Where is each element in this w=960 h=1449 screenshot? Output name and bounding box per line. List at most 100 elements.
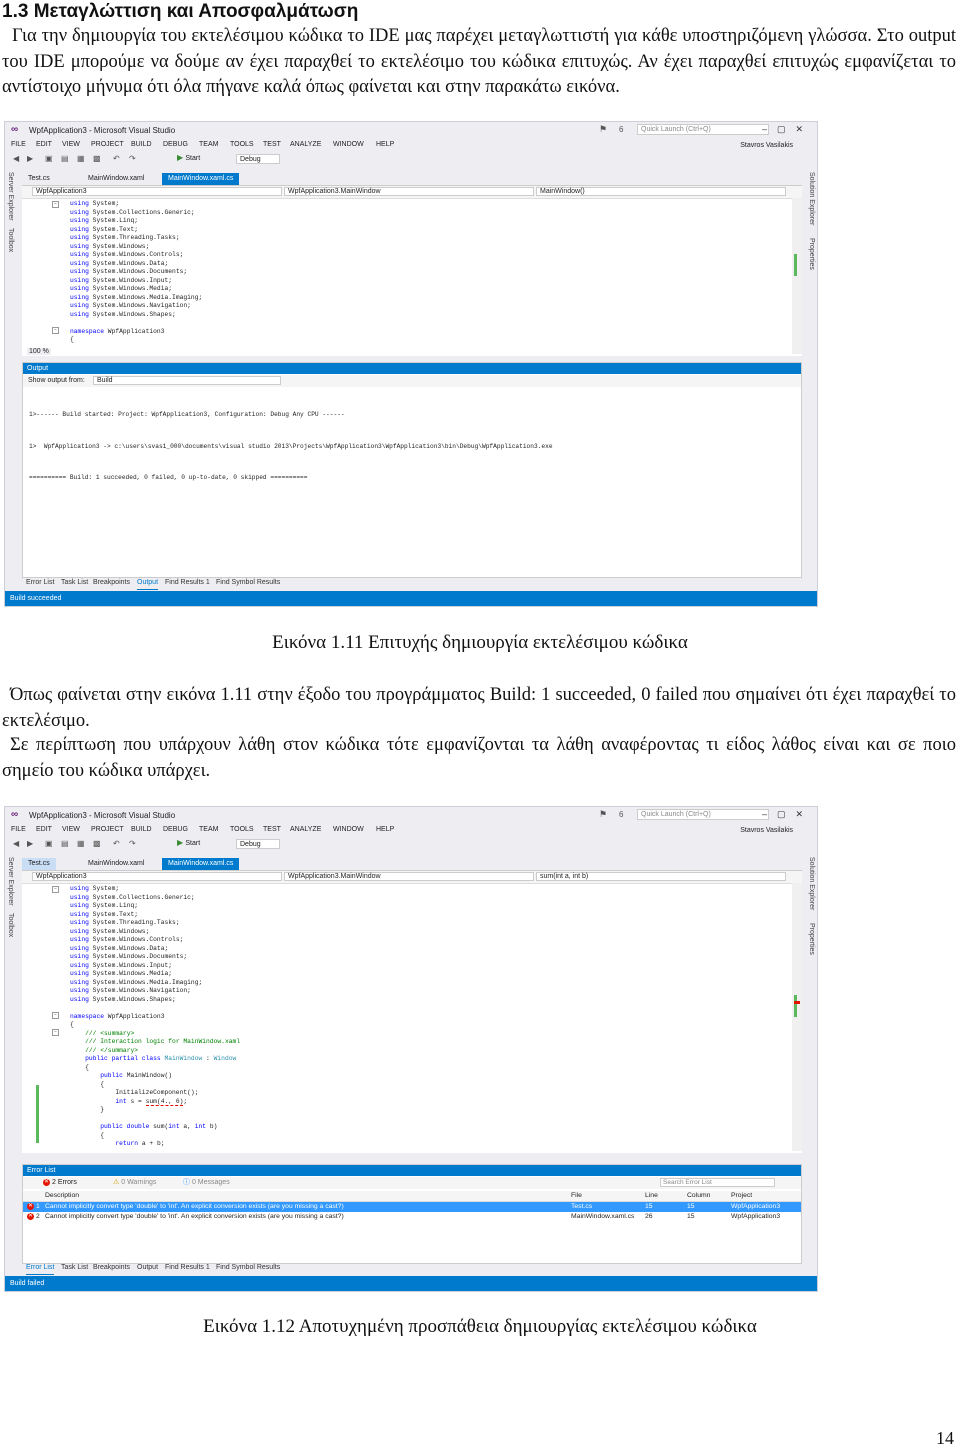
menu-build[interactable]: BUILD	[131, 826, 152, 833]
menu-edit[interactable]: EDIT	[36, 826, 52, 833]
forward-icon[interactable]: ▶	[27, 154, 33, 163]
quick-launch-input[interactable]: Quick Launch (Ctrl+Q)	[637, 124, 769, 135]
menu-build[interactable]: BUILD	[131, 141, 152, 148]
tab-find-results[interactable]: Find Results 1	[165, 1262, 210, 1274]
code-editor[interactable]: WpfApplication3 WpfApplication3.MainWind…	[22, 185, 802, 356]
project-combo[interactable]: WpfApplication3	[32, 187, 282, 196]
toolbox-tab[interactable]: Toolbox	[7, 228, 14, 252]
tab-breakpoints[interactable]: Breakpoints	[93, 1262, 130, 1274]
col-file[interactable]: File	[571, 1191, 582, 1201]
open-icon[interactable]: ▤	[61, 154, 69, 163]
col-column[interactable]: Column	[687, 1191, 710, 1201]
member-combo[interactable]: MainWindow()	[536, 187, 786, 196]
save-all-icon[interactable]: ▩	[93, 154, 101, 163]
tab-error-list[interactable]: Error List	[26, 577, 54, 589]
menu-test[interactable]: TEST	[263, 141, 281, 148]
search-error-list-input[interactable]: Search Error List	[660, 1178, 775, 1187]
menu-team[interactable]: TEAM	[199, 826, 218, 833]
server-explorer-tab[interactable]: Server Explorer	[7, 857, 14, 906]
class-combo[interactable]: WpfApplication3.MainWindow	[284, 187, 534, 196]
start-button[interactable]: ▶ Start	[177, 153, 200, 162]
notifications-flag-icon[interactable]: ⚑	[599, 809, 607, 820]
menu-file[interactable]: FILE	[11, 141, 26, 148]
menu-analyze[interactable]: ANALYZE	[290, 141, 321, 148]
configuration-select[interactable]: Debug	[236, 839, 280, 849]
menu-test[interactable]: TEST	[263, 826, 281, 833]
toolbox-tab[interactable]: Toolbox	[7, 913, 14, 937]
new-project-icon[interactable]: ▣	[45, 154, 53, 163]
tab-find-symbol-results[interactable]: Find Symbol Results	[216, 577, 280, 589]
forward-icon[interactable]: ▶	[27, 839, 33, 848]
member-combo[interactable]: sum(int a, int b)	[536, 872, 786, 881]
tab-mainwindow-xaml[interactable]: MainWindow.xaml	[82, 858, 150, 870]
menu-team[interactable]: TEAM	[199, 141, 218, 148]
tab-mainwindow-xaml-cs[interactable]: MainWindow.xaml.cs	[162, 858, 240, 870]
code-editor[interactable]: WpfApplication3 WpfApplication3.MainWind…	[22, 870, 802, 1153]
tab-find-results[interactable]: Find Results 1	[165, 577, 210, 589]
errors-filter[interactable]: ✕ 2 Errors	[43, 1178, 77, 1188]
menu-project[interactable]: PROJECT	[91, 826, 124, 833]
tab-find-symbol-results[interactable]: Find Symbol Results	[216, 1262, 280, 1274]
undo-icon[interactable]: ↶	[113, 839, 120, 848]
new-project-icon[interactable]: ▣	[45, 839, 53, 848]
col-line[interactable]: Line	[645, 1191, 658, 1201]
tab-output[interactable]: Output	[137, 577, 159, 590]
error-row[interactable]: ✕ 1 Cannot implicitly convert type 'doubl…	[23, 1202, 801, 1212]
window-controls[interactable]: –▢✕	[762, 124, 813, 135]
menu-file[interactable]: FILE	[11, 826, 26, 833]
save-icon[interactable]: ▦	[77, 839, 85, 848]
tab-error-list[interactable]: Error List	[26, 1262, 55, 1275]
menu-debug[interactable]: DEBUG	[163, 826, 188, 833]
user-name[interactable]: Stavros Vasilakis	[740, 142, 793, 149]
menu-view[interactable]: VIEW	[62, 826, 80, 833]
fold-toggle[interactable]: −	[52, 327, 59, 334]
tab-output[interactable]: Output	[137, 1262, 158, 1274]
warnings-filter[interactable]: ⚠ 0 Warnings	[113, 1178, 156, 1188]
tab-mainwindow-xaml[interactable]: MainWindow.xaml	[82, 173, 150, 185]
fold-toggle[interactable]: −	[52, 1012, 59, 1019]
quick-launch-input[interactable]: Quick Launch (Ctrl+Q)	[637, 809, 769, 820]
vertical-scrollbar[interactable]	[792, 883, 802, 1151]
back-icon[interactable]: ◀	[13, 154, 19, 163]
menu-help[interactable]: HELP	[376, 826, 394, 833]
solution-explorer-tab[interactable]: Solution Explorer	[808, 172, 815, 225]
window-controls[interactable]: –▢✕	[762, 809, 813, 820]
tab-test-cs[interactable]: Test.cs	[22, 858, 56, 870]
menu-edit[interactable]: EDIT	[36, 141, 52, 148]
tab-mainwindow-xaml-cs[interactable]: MainWindow.xaml.cs	[162, 173, 240, 185]
save-icon[interactable]: ▦	[77, 154, 85, 163]
tab-test-cs[interactable]: Test.cs	[22, 173, 56, 185]
col-project[interactable]: Project	[731, 1191, 752, 1201]
configuration-select[interactable]: Debug	[236, 154, 280, 164]
menu-help[interactable]: HELP	[376, 141, 394, 148]
save-all-icon[interactable]: ▩	[93, 839, 101, 848]
vertical-scrollbar[interactable]	[792, 198, 802, 354]
menu-analyze[interactable]: ANALYZE	[290, 826, 321, 833]
server-explorer-tab[interactable]: Server Explorer	[7, 172, 14, 221]
tab-task-list[interactable]: Task List	[61, 1262, 88, 1274]
properties-tab[interactable]: Properties	[808, 238, 815, 270]
undo-icon[interactable]: ↶	[113, 154, 120, 163]
class-combo[interactable]: WpfApplication3.MainWindow	[284, 872, 534, 881]
start-button[interactable]: ▶ Start	[177, 838, 200, 847]
open-icon[interactable]: ▤	[61, 839, 69, 848]
menu-window[interactable]: WINDOW	[333, 141, 364, 148]
back-icon[interactable]: ◀	[13, 839, 19, 848]
error-row[interactable]: ✕ 2 Cannot implicitly convert type 'doubl…	[23, 1212, 801, 1222]
menu-tools[interactable]: TOOLS	[230, 826, 254, 833]
properties-tab[interactable]: Properties	[808, 923, 815, 955]
menu-view[interactable]: VIEW	[62, 141, 80, 148]
redo-icon[interactable]: ↷	[129, 839, 136, 848]
project-combo[interactable]: WpfApplication3	[32, 872, 282, 881]
menu-window[interactable]: WINDOW	[333, 826, 364, 833]
col-description[interactable]: Description	[45, 1191, 79, 1201]
tab-breakpoints[interactable]: Breakpoints	[93, 577, 130, 589]
menu-debug[interactable]: DEBUG	[163, 141, 188, 148]
menu-project[interactable]: PROJECT	[91, 141, 124, 148]
messages-filter[interactable]: ⓘ 0 Messages	[183, 1178, 230, 1188]
zoom-level[interactable]: 100 %	[27, 348, 51, 355]
user-name[interactable]: Stavros Vasilakis	[740, 827, 793, 834]
fold-toggle[interactable]: −	[52, 1029, 59, 1036]
fold-toggle[interactable]: −	[52, 201, 59, 208]
solution-explorer-tab[interactable]: Solution Explorer	[808, 857, 815, 910]
